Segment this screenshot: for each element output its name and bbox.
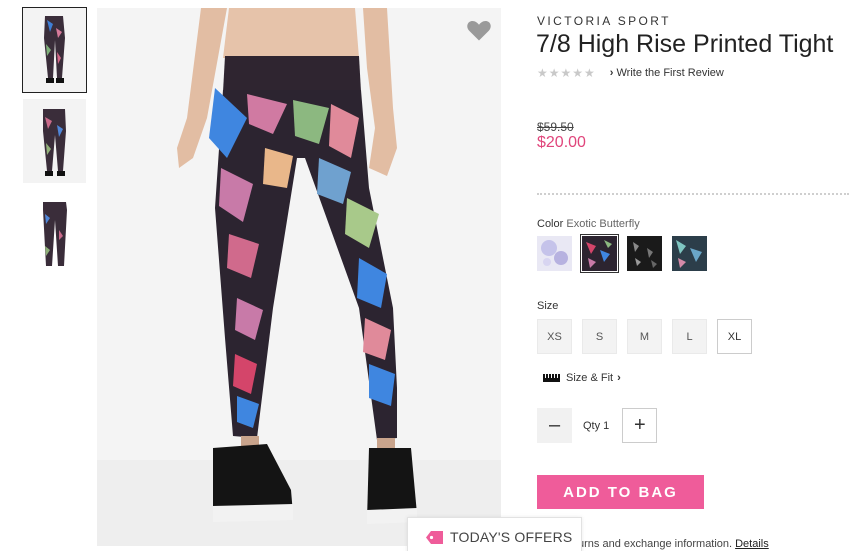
thumbnail-3[interactable] xyxy=(23,190,86,274)
size-m-button[interactable]: M xyxy=(627,319,662,354)
product-title: 7/8 High Rise Printed Tight xyxy=(536,30,834,58)
rating-row: ★★★★★ › Write the First Review xyxy=(537,66,724,80)
size-xs-button[interactable]: XS xyxy=(537,319,572,354)
color-value: Exotic Butterfly xyxy=(566,218,640,230)
thumbnail-strip xyxy=(22,7,87,281)
quantity-decrease-button[interactable]: – xyxy=(537,408,572,443)
size-label: Size xyxy=(537,300,559,312)
thumbnail-2[interactable] xyxy=(23,99,86,183)
rating-stars: ★★★★★ xyxy=(537,66,596,80)
size-l-button[interactable]: L xyxy=(672,319,707,354)
model-photo xyxy=(97,8,501,546)
brand-name: VICTORIA SPORT xyxy=(537,14,671,28)
sale-price: $20.00 xyxy=(537,134,586,151)
swatch-black-print[interactable] xyxy=(627,236,662,271)
quantity-stepper: – Qty 1 + xyxy=(537,408,658,443)
size-options: XS S M L XL xyxy=(537,319,752,354)
divider xyxy=(537,193,849,195)
color-label-text: Color xyxy=(537,218,564,230)
swatch-tie-dye[interactable] xyxy=(537,236,572,271)
size-xl-button[interactable]: XL xyxy=(717,319,752,354)
quantity-increase-button[interactable]: + xyxy=(622,408,658,443)
ruler-icon xyxy=(543,374,560,382)
tag-icon xyxy=(426,530,443,544)
returns-info: urns and exchange information. Details xyxy=(578,538,769,550)
returns-details-link[interactable]: Details xyxy=(735,538,769,550)
todays-offers-tab[interactable]: TODAY'S OFFERS xyxy=(407,517,582,551)
original-price: $59.50 xyxy=(537,120,574,134)
write-review-link[interactable]: › Write the First Review xyxy=(610,67,724,79)
add-to-bag-button[interactable]: ADD TO BAG xyxy=(537,475,704,509)
thumbnail-1[interactable] xyxy=(22,7,87,93)
returns-text: urns and exchange information. xyxy=(578,538,733,550)
size-s-button[interactable]: S xyxy=(582,319,617,354)
todays-offers-label: TODAY'S OFFERS xyxy=(450,529,573,545)
write-review-label: Write the First Review xyxy=(616,67,724,79)
color-swatches xyxy=(537,234,707,273)
chevron-right-icon: › xyxy=(609,67,614,79)
swatch-exotic-butterfly[interactable] xyxy=(580,234,619,273)
swatch-teal-butterfly[interactable] xyxy=(672,236,707,271)
size-fit-link[interactable]: Size & Fit › xyxy=(543,372,621,384)
quantity-label: Qty 1 xyxy=(583,419,610,432)
heart-icon[interactable] xyxy=(465,16,493,44)
color-label: Color Exotic Butterfly xyxy=(537,218,640,230)
chevron-right-icon: › xyxy=(617,372,621,384)
main-product-image[interactable] xyxy=(97,8,501,546)
size-fit-label: Size & Fit xyxy=(566,372,614,384)
